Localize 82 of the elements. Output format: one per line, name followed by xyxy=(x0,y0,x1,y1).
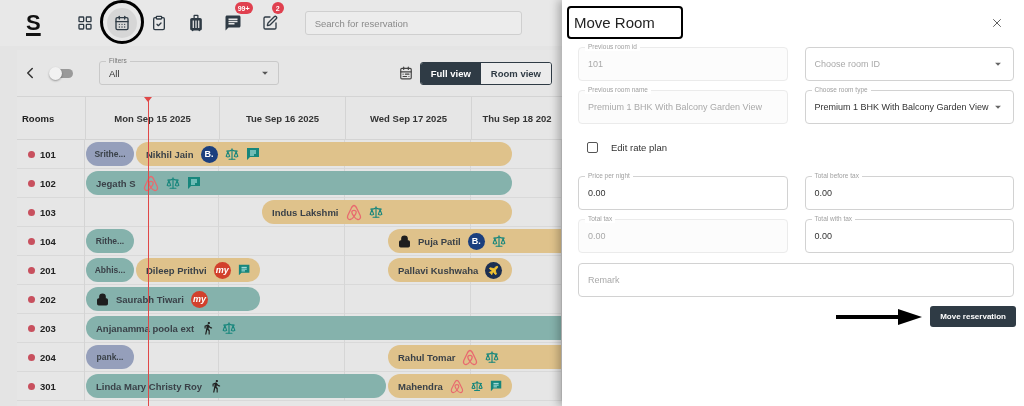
letter-logo: B. xyxy=(467,232,485,250)
guest-name: pank... xyxy=(96,352,124,362)
view-toggle[interactable]: Room view xyxy=(480,62,551,84)
column-header: Rooms xyxy=(21,112,56,124)
status-dot xyxy=(28,296,35,303)
reservation-bar[interactable]: Jegath S xyxy=(86,171,512,195)
guest-name: Linda Mary Christy Roy xyxy=(96,380,203,392)
status-dot xyxy=(28,209,35,216)
calendar-nav-button[interactable] xyxy=(106,8,137,38)
guest-name: Puja Patil xyxy=(418,235,461,247)
note-icon xyxy=(245,147,260,161)
reservation-bar[interactable]: pank... xyxy=(86,345,134,369)
scales-icon xyxy=(224,147,239,161)
status-dot xyxy=(28,267,35,274)
reservation-bar[interactable]: Abhis... xyxy=(86,258,134,282)
guest-name: Jegath S xyxy=(96,177,136,189)
checkbox-label: Edit rate plan xyxy=(611,141,667,153)
room-number: 104 xyxy=(40,236,56,247)
annotation-circle xyxy=(99,0,144,44)
status-dot xyxy=(28,354,35,361)
script-logo: my xyxy=(190,290,208,308)
letter-logo: B. xyxy=(200,145,218,163)
scales-icon xyxy=(470,379,483,393)
reservation-bar[interactable]: Puja Patil B. xyxy=(388,229,561,253)
lock-icon xyxy=(398,234,411,248)
date-header: Wed Sep 17 2025 xyxy=(345,97,471,139)
plane-logo-icon xyxy=(485,261,503,279)
room-number: 201 xyxy=(40,265,56,276)
reservation-bar[interactable]: Rahul Tomar xyxy=(388,345,561,369)
room-number: 301 xyxy=(40,381,56,392)
room-number: 102 xyxy=(40,178,56,189)
clipboard-check-icon xyxy=(150,15,167,31)
loop-logo-icon xyxy=(345,203,362,221)
scales-icon xyxy=(222,321,237,335)
move-reservation-button[interactable]: Move reservation xyxy=(930,306,1016,327)
calendar-icon[interactable] xyxy=(398,66,413,80)
room-number: 204 xyxy=(40,352,56,363)
date-header: Tue Sep 16 2025 xyxy=(219,97,345,139)
status-dot xyxy=(28,180,35,187)
reservation-bar[interactable]: Pallavi Kushwaha xyxy=(388,258,512,282)
room-number: 203 xyxy=(40,323,56,334)
view-toggle[interactable]: Full view xyxy=(420,62,481,84)
guest-name: Rithe... xyxy=(95,236,125,246)
note-icon xyxy=(489,379,502,393)
script-logo: my xyxy=(213,261,231,279)
status-dot xyxy=(28,383,35,390)
chat-icon xyxy=(223,14,242,32)
room-number: 202 xyxy=(40,294,56,305)
status-dot xyxy=(28,238,35,245)
current-time-marker xyxy=(144,97,152,102)
scales-icon xyxy=(165,176,180,190)
lock-icon xyxy=(96,292,109,306)
status-dot xyxy=(28,151,35,158)
note-icon xyxy=(237,263,250,277)
checkbox[interactable] xyxy=(587,141,598,153)
guest-name: Indus Lakshmi xyxy=(272,206,339,218)
logo[interactable]: S xyxy=(26,10,41,36)
guest-name: Rahul Tomar xyxy=(398,351,456,363)
reservation-bar[interactable]: Linda Mary Christy Roy xyxy=(86,374,386,398)
guest-name: Srithe... xyxy=(94,149,126,159)
guest-name: Mahendra xyxy=(398,380,443,392)
loop-logo-icon xyxy=(449,377,464,395)
guest-name: Pallavi Kushwaha xyxy=(398,264,479,276)
room-number: 103 xyxy=(40,207,56,218)
reservation-bar[interactable]: Srithe... xyxy=(86,142,134,166)
calendar-icon xyxy=(113,15,130,31)
scales-icon xyxy=(368,205,383,219)
note-icon xyxy=(186,176,201,190)
edit-note-icon xyxy=(261,15,278,31)
reservation-bar[interactable]: Rithe... xyxy=(86,229,134,253)
grid-icon xyxy=(76,15,93,31)
loop-logo-icon xyxy=(142,174,159,192)
toggle-switch[interactable] xyxy=(51,68,73,78)
guest-name: Abhis... xyxy=(94,265,126,275)
room-number: 101 xyxy=(40,149,56,160)
scales-icon xyxy=(485,350,500,364)
status-dot xyxy=(28,325,35,332)
reservation-bar[interactable]: Mahendra xyxy=(388,374,512,398)
reservation-bar[interactable]: Indus Lakshmi xyxy=(262,200,512,224)
dialog-title: Move Room xyxy=(567,6,683,39)
loop-logo-icon xyxy=(462,348,479,366)
scales-icon xyxy=(491,234,506,248)
